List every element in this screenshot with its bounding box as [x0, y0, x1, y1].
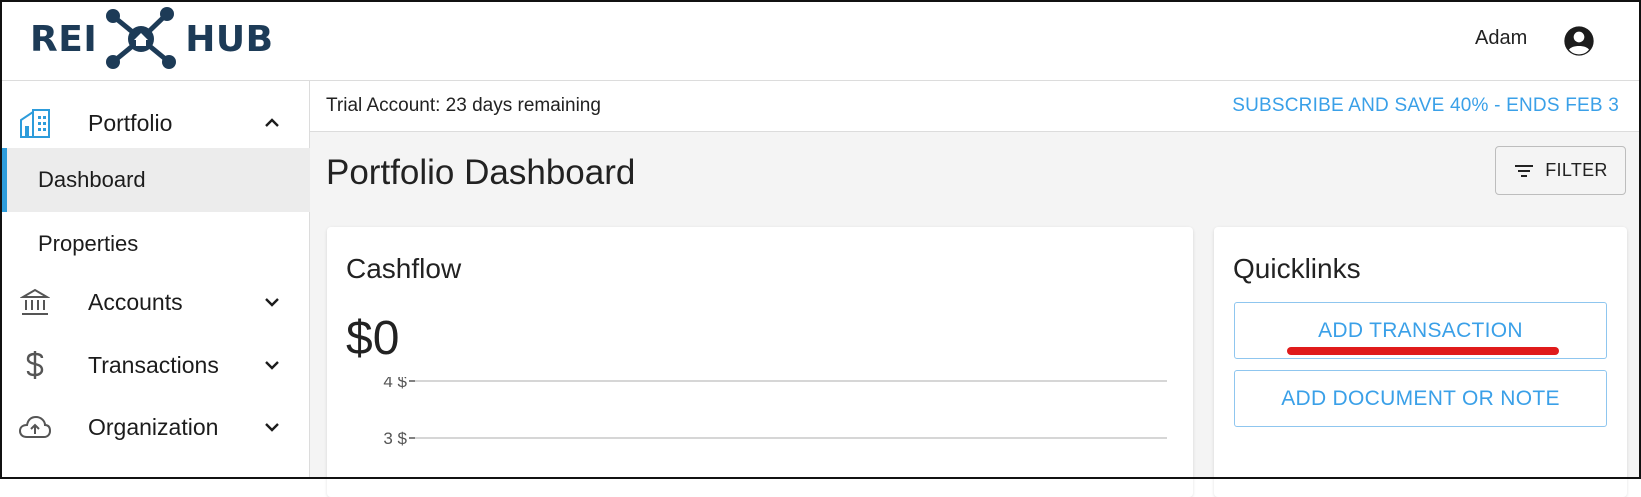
sidebar-item-label: Dashboard [38, 167, 146, 192]
trial-status-text: Trial Account: 23 days remaining [326, 95, 601, 116]
quicklinks-title: Quicklinks [1233, 253, 1361, 284]
sidebar-item-portfolio[interactable]: Portfolio [0, 92, 310, 154]
hub-network-icon [106, 7, 177, 69]
sidebar-item-label: Properties [38, 231, 139, 256]
page-title: Portfolio Dashboard [326, 153, 636, 192]
sidebar: Portfolio Dashboard Properties Accounts [0, 81, 310, 479]
app-logo[interactable]: REI HUB [30, 6, 274, 72]
account-circle-icon[interactable] [1563, 25, 1595, 57]
trial-banner: Trial Account: 23 days remaining SUBSCRI… [310, 81, 1641, 132]
chart-y-tick-label: 3 $ [383, 429, 407, 448]
chevron-down-icon[interactable] [260, 290, 284, 314]
building-icon [18, 106, 52, 140]
sidebar-item-transactions[interactable]: Transactions [0, 334, 310, 396]
top-bar: REI HUB Adam [0, 0, 1641, 81]
cashflow-title: Cashflow [346, 253, 462, 284]
bank-icon [18, 285, 52, 319]
sidebar-item-label: Accounts [88, 288, 183, 315]
chart-y-tick-label: 4 $ [383, 377, 407, 391]
chevron-down-icon[interactable] [260, 353, 284, 377]
sidebar-item-accounts[interactable]: Accounts [0, 271, 310, 333]
logo-text-right: HUB [185, 18, 274, 60]
cashflow-chart: 4 $ 3 $ [383, 377, 1167, 448]
sidebar-item-label: Organization [88, 413, 219, 440]
user-name[interactable]: Adam [1475, 27, 1527, 50]
chevron-down-icon[interactable] [260, 415, 284, 439]
sidebar-item-dashboard[interactable]: Dashboard [0, 148, 310, 212]
cashflow-value: $0 [346, 312, 400, 365]
cashflow-card: Cashflow $0 4 $ 3 $ [327, 227, 1193, 497]
add-document-or-note-button[interactable]: ADD DOCUMENT OR NOTE [1234, 370, 1607, 427]
main-content: Trial Account: 23 days remaining SUBSCRI… [310, 81, 1641, 497]
quicklinks-card: Quicklinks ADD TRANSACTION ADD DOCUMENT … [1214, 227, 1627, 497]
filter-icon [1515, 164, 1534, 177]
sidebar-item-organization[interactable]: Organization [0, 396, 310, 458]
logo-text-left: REI [30, 18, 98, 60]
sidebar-item-properties[interactable]: Properties [0, 212, 310, 276]
chevron-up-icon[interactable] [260, 111, 284, 135]
subscribe-link[interactable]: SUBSCRIBE AND SAVE 40% - ENDS FEB 3 [1232, 95, 1619, 117]
cloud-upload-icon [18, 410, 52, 444]
filter-button-label: FILTER [1545, 160, 1608, 180]
sidebar-item-label: Transactions [88, 351, 219, 378]
sidebar-item-label: Portfolio [88, 109, 173, 136]
highlight-underline [1287, 347, 1559, 355]
filter-button[interactable]: FILTER [1495, 146, 1626, 195]
dollar-icon [18, 348, 52, 382]
